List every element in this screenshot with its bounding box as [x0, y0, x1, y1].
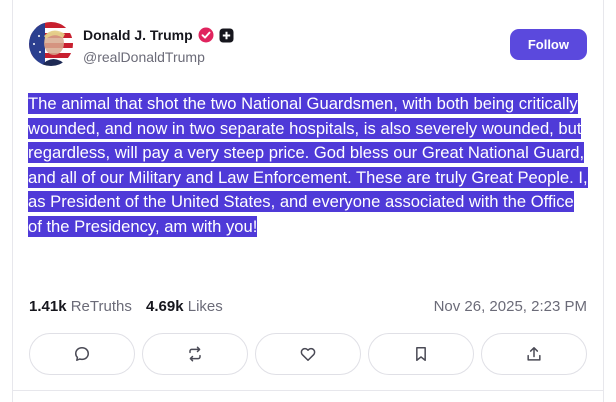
post-header: Donald J. Trump @realDonaldTrump Follow	[29, 22, 587, 68]
action-bar	[29, 333, 587, 377]
share-button[interactable]	[481, 333, 587, 375]
author-handle[interactable]: @realDonaldTrump	[83, 49, 205, 65]
bookmark-icon	[416, 347, 426, 361]
post-text-body: The animal that shot the two National Gu…	[28, 93, 588, 237]
share-icon	[527, 347, 541, 361]
follow-button[interactable]: Follow	[509, 29, 587, 60]
retruth-button[interactable]	[142, 333, 248, 375]
repost-icon	[189, 346, 201, 362]
bookmark-button[interactable]	[368, 333, 474, 375]
post-stats: 1.41k ReTruths 4.69k Likes	[29, 298, 223, 315]
likes-label[interactable]: Likes	[188, 298, 223, 315]
author-name-row: Donald J. Trump	[83, 27, 234, 43]
post-text: The animal that shot the two National Gu…	[28, 92, 588, 239]
like-button[interactable]	[255, 333, 361, 375]
flag-portrait-avatar-icon	[29, 22, 73, 66]
reply-button[interactable]	[29, 333, 135, 375]
author-display-name[interactable]: Donald J. Trump	[83, 27, 193, 43]
likes-count[interactable]: 4.69k	[146, 298, 184, 315]
retruths-count[interactable]: 1.41k	[29, 298, 67, 315]
comment-icon	[75, 347, 89, 361]
retruths-label[interactable]: ReTruths	[71, 298, 132, 315]
divider	[12, 390, 604, 391]
post-timestamp[interactable]: Nov 26, 2025, 2:23 PM	[434, 298, 587, 315]
heart-icon	[300, 347, 316, 361]
verified-badge-icon	[198, 27, 214, 43]
plus-badge-icon	[219, 28, 234, 43]
avatar[interactable]	[29, 22, 73, 66]
